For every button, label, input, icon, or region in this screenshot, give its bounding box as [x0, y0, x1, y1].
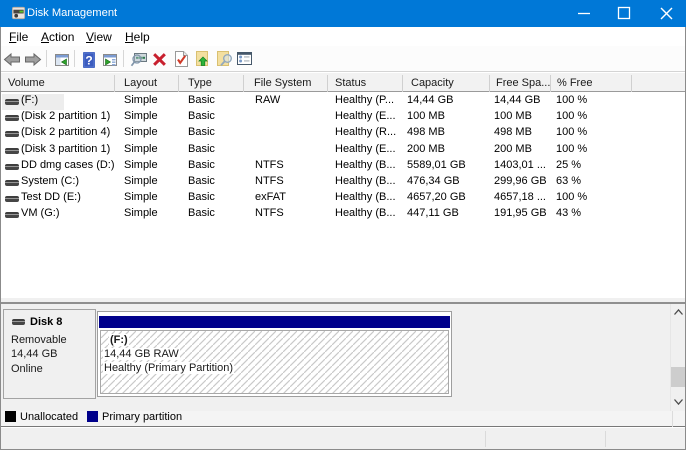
svg-text:?: ?: [85, 54, 92, 68]
